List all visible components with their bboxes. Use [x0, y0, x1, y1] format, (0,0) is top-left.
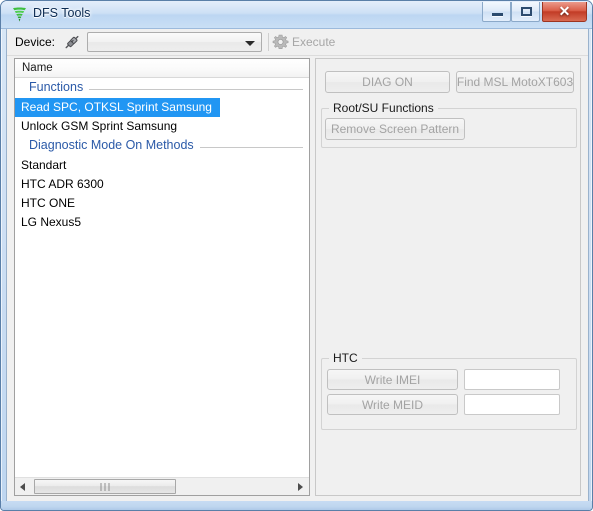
- list-item-label: HTC ADR 6300: [21, 177, 104, 191]
- close-button[interactable]: ✕: [542, 2, 587, 22]
- minimize-button[interactable]: [482, 2, 511, 22]
- actions-panel: DIAG ON Find MSL MotoXT603 Root/SU Funct…: [315, 58, 581, 496]
- diag-on-button[interactable]: DIAG ON: [325, 71, 450, 93]
- write-imei-button[interactable]: Write IMEI: [327, 369, 458, 390]
- list-column-header[interactable]: Name: [15, 59, 309, 78]
- horizontal-scrollbar[interactable]: [15, 477, 309, 495]
- minimize-icon: [492, 13, 503, 16]
- execute-button[interactable]: Execute: [292, 35, 335, 49]
- list-item[interactable]: Standart: [15, 156, 309, 175]
- list-item-label: Unlock GSM Sprint Samsung: [21, 119, 178, 133]
- maximize-button[interactable]: [511, 2, 540, 22]
- client-area: Device: Execute Name Functions Read SPC,…: [6, 29, 589, 503]
- title-bar[interactable]: DFS Tools ✕: [1, 1, 592, 29]
- functions-list-panel: Name Functions Read SPC, OTKSL Sprint Sa…: [14, 58, 310, 496]
- scroll-left-button[interactable]: [15, 478, 32, 495]
- plug-icon: [65, 35, 79, 49]
- find-msl-button[interactable]: Find MSL MotoXT603: [456, 71, 574, 93]
- scrollbar-thumb[interactable]: [34, 479, 176, 494]
- device-combobox[interactable]: [87, 32, 262, 52]
- scroll-left-arrow-icon: [20, 483, 25, 491]
- list-item-label[interactable]: Read SPC, OTKSL Sprint Samsung: [15, 98, 220, 117]
- close-icon: ✕: [558, 2, 571, 19]
- htc-group-title: HTC: [329, 351, 362, 365]
- chevron-down-icon: [245, 41, 255, 46]
- list-item-label: HTC ONE: [21, 196, 75, 210]
- column-header-name: Name: [22, 62, 53, 74]
- imei-input[interactable]: [464, 369, 560, 390]
- toolbar-separator: [268, 33, 269, 51]
- list-item-label: LG Nexus5: [21, 215, 82, 229]
- scroll-right-arrow-icon: [298, 483, 303, 491]
- scrollbar-grip-icon: [100, 483, 110, 491]
- window-title: DFS Tools: [33, 6, 91, 20]
- application-window: DFS Tools ✕ Device: Execute Name Functio…: [0, 0, 593, 511]
- list-item[interactable]: HTC ONE: [15, 194, 309, 213]
- funnel-icon: [13, 7, 26, 22]
- remove-screen-pattern-button[interactable]: Remove Screen Pattern: [325, 118, 465, 140]
- list-item[interactable]: Unlock GSM Sprint Samsung: [15, 117, 309, 136]
- list-group-label: Functions: [29, 80, 90, 94]
- list-item[interactable]: LG Nexus5: [15, 213, 309, 232]
- write-meid-button[interactable]: Write MEID: [327, 394, 458, 415]
- maximize-icon: [521, 7, 532, 16]
- gear-icon[interactable]: [272, 34, 289, 51]
- list-group-header: Functions: [15, 78, 309, 98]
- meid-input[interactable]: [464, 394, 560, 415]
- functions-list[interactable]: Functions Read SPC, OTKSL Sprint Samsung…: [15, 78, 309, 478]
- list-item[interactable]: Read SPC, OTKSL Sprint Samsung: [15, 98, 309, 117]
- scroll-right-button[interactable]: [292, 478, 309, 495]
- window-resize-strip[interactable]: [1, 501, 592, 510]
- htc-group: HTC Write IMEI Write MEID: [321, 351, 577, 430]
- list-group-label: Diagnostic Mode On Methods: [29, 138, 200, 152]
- toolbar: Device: Execute: [7, 29, 588, 56]
- list-group-header: Diagnostic Mode On Methods: [15, 136, 309, 156]
- device-label: Device:: [15, 35, 56, 49]
- root-su-functions-group: Root/SU Functions Remove Screen Pattern: [321, 101, 577, 148]
- root-su-functions-group-title: Root/SU Functions: [329, 101, 438, 115]
- list-item-label: Standart: [21, 158, 67, 172]
- list-item[interactable]: HTC ADR 6300: [15, 175, 309, 194]
